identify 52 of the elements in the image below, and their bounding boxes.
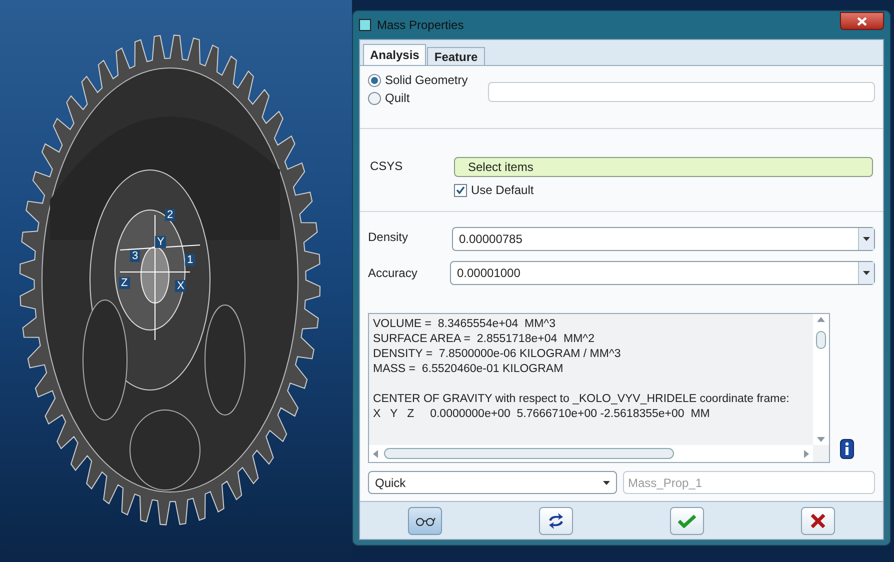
accuracy-label: Accuracy bbox=[368, 265, 418, 282]
refresh-arrows-icon bbox=[547, 512, 566, 528]
close-button[interactable] bbox=[840, 12, 884, 30]
info-icon[interactable] bbox=[840, 439, 854, 459]
radio-button[interactable] bbox=[368, 74, 381, 86]
refresh-button[interactable] bbox=[539, 506, 574, 534]
checkbox-label: Use Default bbox=[471, 182, 534, 199]
scroll-up-arrow-icon[interactable] bbox=[817, 317, 825, 322]
glasses-icon bbox=[414, 516, 436, 526]
radio-label: Solid Geometry bbox=[385, 72, 468, 89]
axis-label: 2 bbox=[165, 209, 176, 221]
close-icon bbox=[810, 514, 826, 528]
horizontal-scrollbar[interactable] bbox=[369, 445, 813, 462]
preview-button[interactable] bbox=[408, 506, 442, 534]
mode-dropdown[interactable]: Quick bbox=[368, 471, 617, 494]
select-items-collector[interactable]: Select items bbox=[454, 157, 873, 177]
radio-label: Quilt bbox=[385, 90, 410, 107]
tab[interactable]: Analysis bbox=[363, 44, 426, 65]
result-line: CENTER OF GRAVITY with respect to _KOLO_VYV_HRIDELE coordinate frame: bbox=[373, 392, 790, 407]
tab[interactable]: Feature bbox=[427, 47, 485, 65]
axis-label: Y bbox=[155, 236, 166, 248]
results-text-area[interactable] bbox=[368, 313, 830, 463]
scroll-left-arrow-icon[interactable] bbox=[373, 450, 378, 458]
radio-button[interactable] bbox=[368, 92, 381, 104]
ok-button[interactable] bbox=[670, 506, 704, 534]
result-line: X Y Z 0.0000000e+00 5.7666710e+00 -2.5618355e+00 MM bbox=[373, 407, 711, 422]
vertical-scrollbar[interactable] bbox=[813, 314, 829, 445]
result-line: DENSITY = 7.8500000e-06 KILOGRAM / MM^3 bbox=[373, 347, 622, 362]
window-title: Mass Properties bbox=[377, 17, 464, 34]
dropdown-arrow-icon[interactable] bbox=[603, 480, 610, 484]
cube-icon bbox=[359, 19, 371, 31]
accuracy-dropdown[interactable]: 0.00001000 bbox=[450, 261, 875, 285]
checkbox[interactable] bbox=[454, 184, 467, 196]
axis-label: X bbox=[175, 280, 186, 292]
axis-label: 1 bbox=[185, 254, 196, 266]
checkmark-icon bbox=[678, 514, 696, 528]
result-line: MASS = 6.5520460e-01 KILOGRAM bbox=[373, 362, 564, 377]
density-dropdown[interactable]: 0.00000785 bbox=[452, 227, 875, 251]
axis-label: 3 bbox=[130, 250, 140, 262]
csys-label: CSYS bbox=[369, 158, 404, 175]
axis-label: Z bbox=[119, 277, 130, 289]
result-line: SURFACE AREA = 2.8551718e+04 MM^2 bbox=[373, 332, 596, 347]
density-label: Density bbox=[368, 229, 410, 246]
scroll-down-arrow-icon[interactable] bbox=[817, 437, 825, 442]
scroll-thumb[interactable] bbox=[384, 448, 674, 459]
result-line: VOLUME = 8.3465554e+04 MM^3 bbox=[373, 317, 556, 332]
scroll-right-arrow-icon[interactable] bbox=[804, 450, 809, 458]
quilt-input-field[interactable] bbox=[488, 82, 875, 102]
cancel-button[interactable] bbox=[800, 506, 835, 534]
close-icon bbox=[857, 16, 867, 26]
scroll-thumb[interactable] bbox=[816, 330, 826, 348]
feature-name-field[interactable]: Mass_Prop_1 bbox=[623, 471, 875, 494]
